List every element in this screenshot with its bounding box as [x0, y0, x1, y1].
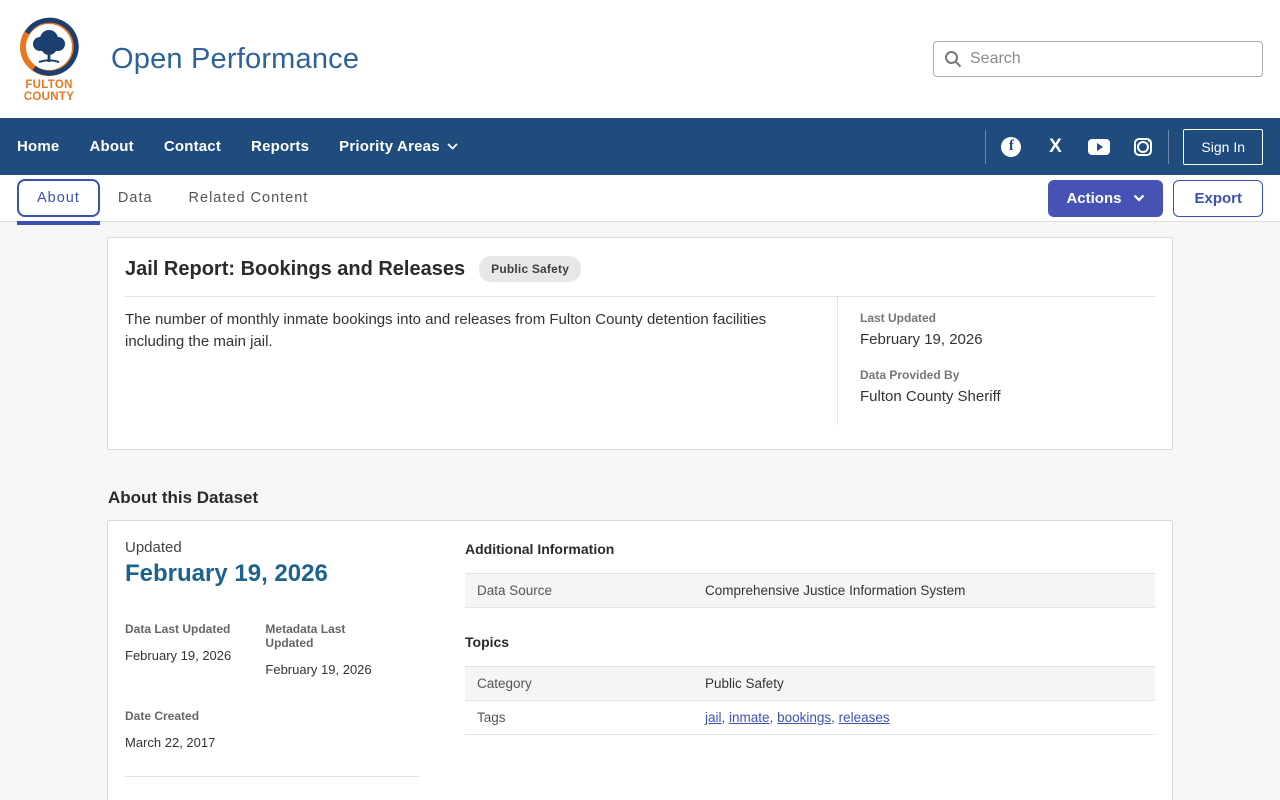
chevron-down-icon — [447, 143, 458, 150]
date-created-value: March 22, 2017 — [125, 735, 216, 750]
actions-label: Actions — [1066, 189, 1122, 207]
last-updated-label: Last Updated — [860, 311, 937, 325]
tab-data[interactable]: Data — [100, 181, 171, 215]
updated-value: February 19, 2026 — [125, 560, 328, 587]
nav-divider — [985, 129, 987, 164]
logo-text-line1: FULTON — [25, 79, 73, 91]
page-content: Jail Report: Bookings and Releases Publi… — [0, 222, 1280, 800]
stats-divider — [125, 776, 419, 777]
tag-separator: , — [721, 710, 730, 725]
date-created-label: Date Created — [125, 709, 200, 723]
fulton-county-logo[interactable]: FULTON COUNTY — [17, 17, 81, 103]
nav-item-reports[interactable]: Reports — [251, 138, 309, 155]
nav-links: Home About Contact Reports Priority Area… — [17, 138, 458, 155]
search-box[interactable] — [933, 41, 1263, 77]
category-label: Category — [465, 666, 693, 701]
dataset-title-row: Jail Report: Bookings and Releases Publi… — [125, 256, 1155, 297]
page-title: Open Performance — [111, 42, 360, 75]
provided-by-label: Data Provided By — [860, 368, 960, 382]
export-button[interactable]: Export — [1173, 179, 1263, 217]
table-row: Tags jail, inmate, bookings, releases — [465, 700, 1155, 735]
metadata-last-updated-value: February 19, 2026 — [265, 662, 372, 677]
youtube-icon[interactable] — [1088, 136, 1111, 158]
topics-table: Category Public Safety Tags jail, inmate… — [465, 666, 1155, 735]
tag-separator: , — [769, 710, 778, 725]
tag-separator: , — [831, 710, 839, 725]
nav-item-about[interactable]: About — [89, 138, 133, 155]
site-header: FULTON COUNTY Open Performance — [0, 0, 1280, 118]
nav-item-priority-areas[interactable]: Priority Areas — [339, 138, 458, 155]
tags-value: jail, inmate, bookings, releases — [693, 700, 1155, 735]
data-last-updated-value: February 19, 2026 — [125, 648, 232, 663]
tags-label: Tags — [465, 700, 693, 735]
actions-button[interactable]: Actions — [1048, 179, 1164, 217]
additional-info-heading: Additional Information — [465, 541, 615, 557]
nav-divider — [1168, 129, 1170, 164]
topics-heading: Topics — [465, 634, 510, 650]
additional-info-table: Data Source Comprehensive Justice Inform… — [465, 573, 1155, 608]
updated-label: Updated — [125, 539, 182, 556]
logo-text-line2: COUNTY — [23, 91, 75, 103]
last-updated-value: February 19, 2026 — [860, 331, 983, 348]
tab-about[interactable]: About — [17, 179, 100, 225]
tag-link[interactable]: bookings — [777, 710, 831, 725]
dataset-summary-card: Jail Report: Bookings and Releases Publi… — [107, 237, 1173, 450]
social-links: f X — [1000, 136, 1154, 158]
category-badge[interactable]: Public Safety — [479, 256, 582, 282]
data-source-value: Comprehensive Justice Information System — [693, 573, 1155, 608]
additional-info-column: Additional Information Data Source Compr… — [443, 539, 1155, 800]
main-navbar: Home About Contact Reports Priority Area… — [0, 118, 1280, 175]
dataset-dates-column: Updated February 19, 2026 Data Last Upda… — [125, 539, 443, 800]
sign-in-button[interactable]: Sign In — [1183, 128, 1263, 165]
dataset-meta-panel: Last Updated February 19, 2026 Data Prov… — [837, 297, 1155, 425]
about-dataset-card: Updated February 19, 2026 Data Last Upda… — [107, 520, 1173, 800]
facebook-icon[interactable]: f — [1000, 136, 1022, 158]
search-input[interactable] — [970, 50, 1252, 68]
table-row: Category Public Safety — [465, 666, 1155, 701]
x-twitter-icon[interactable]: X — [1044, 136, 1066, 158]
tag-link[interactable]: jail — [705, 710, 722, 725]
priority-areas-label: Priority Areas — [339, 138, 440, 155]
tab-action-buttons: Actions Export — [1048, 179, 1263, 217]
tab-related-content[interactable]: Related Content — [171, 181, 327, 215]
data-last-updated-label: Data Last Updated — [125, 622, 231, 636]
table-row: Data Source Comprehensive Justice Inform… — [465, 573, 1155, 608]
category-value: Public Safety — [693, 666, 1155, 701]
tag-link[interactable]: inmate — [729, 710, 770, 725]
fulton-county-logo-icon — [20, 17, 79, 76]
provided-by-value: Fulton County Sheriff — [860, 388, 1001, 405]
data-source-label: Data Source — [465, 573, 693, 608]
chevron-down-icon — [1134, 194, 1145, 202]
dataset-description: The number of monthly inmate bookings in… — [125, 311, 767, 350]
instagram-icon[interactable] — [1132, 136, 1154, 158]
nav-item-home[interactable]: Home — [17, 138, 59, 155]
nav-item-contact[interactable]: Contact — [164, 138, 221, 155]
tag-link[interactable]: releases — [839, 710, 890, 725]
dataset-title: Jail Report: Bookings and Releases — [125, 257, 466, 280]
nav-right: f X Sign In — [971, 128, 1263, 165]
dataset-tabbar: About Data Related Content Actions Expor… — [0, 175, 1280, 225]
about-dataset-heading: About this Dataset — [108, 488, 259, 507]
search-icon — [945, 51, 962, 68]
metadata-last-updated-label: Metadata Last Updated — [265, 622, 346, 650]
